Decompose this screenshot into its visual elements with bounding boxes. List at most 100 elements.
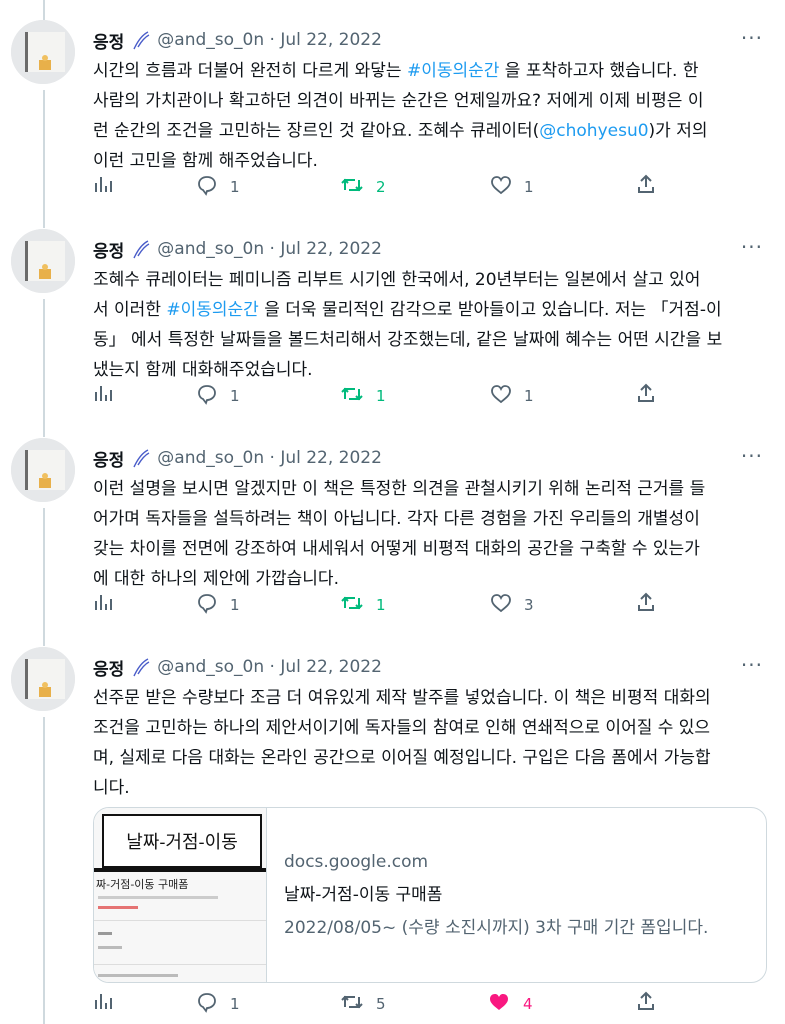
avatar[interactable]: [11, 229, 75, 293]
action-bar: 1 5 4: [93, 991, 673, 1021]
action-bar: 1 2 1: [93, 174, 673, 204]
retweet-button[interactable]: 1: [340, 592, 386, 618]
thumbnail-form-title: 짜-거점-이동 구매폼: [96, 878, 189, 891]
link-card[interactable]: 날짜-거점-이동 짜-거점-이동 구매폼 docs.google.com 날짜-…: [93, 807, 767, 983]
tweet-text: 이런 설명을 보시면 알겠지만 이 책은 특정한 의견을 관철시키기 위해 논리…: [93, 479, 706, 589]
tweet[interactable]: 응정 @and_so_0n · Jul 22, 2022 ··· 이런 설명을 …: [0, 438, 785, 638]
thumbnail-divider: [94, 964, 266, 965]
more-dots-icon[interactable]: ···: [741, 26, 763, 50]
more-dots-icon[interactable]: ···: [741, 444, 763, 468]
like-count: 4: [523, 995, 533, 1013]
thumbnail-line: [98, 974, 178, 977]
retweet-count: 5: [376, 995, 386, 1013]
retweet-count: 1: [376, 596, 386, 614]
like-button[interactable]: 3: [490, 592, 534, 618]
like-count: 3: [524, 596, 534, 614]
card-title: 날짜-거점-이동 구매폼: [284, 885, 443, 905]
reply-count: 1: [230, 387, 240, 405]
share-icon: [636, 592, 656, 616]
thumbnail-line: [98, 932, 112, 935]
author-name[interactable]: 응정: [93, 237, 124, 262]
tweet-text: 조혜수 큐레이터는 페미니즘 리부트 시기엔 한국에서, 20년부터는 일본에서…: [93, 265, 768, 385]
feather-badge-icon: [130, 29, 152, 51]
retweet-icon: [340, 991, 364, 1017]
hashtag-link[interactable]: #이동의순간: [166, 300, 258, 320]
share-button[interactable]: [636, 991, 656, 1015]
reply-icon: [196, 991, 218, 1017]
handle-and-date[interactable]: @and_so_0n · Jul 22, 2022: [157, 448, 382, 468]
action-bar: 1 1 3: [93, 592, 673, 622]
like-count: 1: [524, 387, 534, 405]
analytics-button[interactable]: [93, 383, 113, 407]
author-name[interactable]: 응정: [93, 655, 124, 680]
tweet[interactable]: 응정 @and_so_0n · Jul 22, 2022 ··· 조혜수 큐레이…: [0, 229, 785, 429]
like-button[interactable]: 4: [487, 991, 533, 1017]
reply-button[interactable]: 1: [196, 991, 240, 1017]
heart-icon: [490, 174, 512, 200]
thumbnail-line: [98, 896, 218, 899]
reply-icon: [196, 383, 218, 409]
author-name[interactable]: 응정: [93, 446, 124, 471]
card-domain: docs.google.com: [284, 852, 429, 872]
handle-and-date[interactable]: @and_so_0n · Jul 22, 2022: [157, 30, 382, 50]
share-button[interactable]: [636, 174, 656, 198]
share-icon: [636, 383, 656, 407]
retweet-count: 2: [376, 178, 386, 196]
tweet-header: 응정 @and_so_0n · Jul 22, 2022: [93, 28, 382, 53]
retweet-icon: [340, 383, 364, 409]
retweet-icon: [340, 592, 364, 618]
reply-button[interactable]: 1: [196, 592, 240, 618]
reply-count: 1: [230, 596, 240, 614]
analytics-button[interactable]: [93, 174, 113, 198]
thumbnail-divider: [94, 868, 266, 872]
thumbnail-divider: [94, 920, 266, 921]
retweet-count: 1: [376, 387, 386, 405]
feather-badge-icon: [130, 447, 152, 469]
thumbnail-title: 날짜-거점-이동: [102, 814, 262, 868]
tweet-text: 시간의 흐름과 더불어 완전히 다르게 와닿는 #이동의순간 을 포착하고자 했…: [93, 56, 768, 176]
author-name[interactable]: 응정: [93, 28, 124, 53]
thumbnail-line: [98, 906, 138, 909]
share-icon: [636, 174, 656, 198]
tweet[interactable]: 응정 @and_so_0n · Jul 22, 2022 ··· 시간의 흐름과…: [0, 20, 785, 220]
tweet-header: 응정 @and_so_0n · Jul 22, 2022: [93, 446, 382, 471]
reply-button[interactable]: 1: [196, 174, 240, 200]
heart-filled-icon: [487, 991, 511, 1017]
handle-and-date[interactable]: @and_so_0n · Jul 22, 2022: [157, 657, 382, 677]
reply-button[interactable]: 1: [196, 383, 240, 409]
share-button[interactable]: [636, 383, 656, 407]
like-button[interactable]: 1: [490, 174, 534, 200]
avatar[interactable]: [11, 20, 75, 84]
analytics-icon: [93, 991, 113, 1015]
handle-and-date[interactable]: @and_so_0n · Jul 22, 2022: [157, 239, 382, 259]
card-thumbnail: 날짜-거점-이동 짜-거점-이동 구매폼: [94, 808, 267, 982]
reply-count: 1: [230, 178, 240, 196]
share-icon: [636, 991, 656, 1015]
analytics-button[interactable]: [93, 991, 113, 1015]
card-description: 2022/08/05~ (수량 소진시까지) 3차 구매 기간 폼입니다.: [284, 918, 709, 938]
reply-count: 1: [230, 995, 240, 1013]
feather-badge-icon: [130, 238, 152, 260]
thumbnail-line: [98, 946, 122, 949]
hashtag-link[interactable]: #이동의순간: [407, 61, 499, 81]
more-dots-icon[interactable]: ···: [741, 653, 763, 677]
more-dots-icon[interactable]: ···: [741, 235, 763, 259]
tweet[interactable]: 응정 @and_so_0n · Jul 22, 2022 ··· 선주문 받은 …: [0, 647, 785, 1024]
avatar[interactable]: [11, 438, 75, 502]
analytics-icon: [93, 592, 113, 616]
avatar[interactable]: [11, 647, 75, 711]
mention-link[interactable]: @chohyesu0: [539, 121, 648, 141]
feather-badge-icon: [130, 656, 152, 678]
retweet-button[interactable]: 5: [340, 991, 386, 1017]
like-button[interactable]: 1: [490, 383, 534, 409]
analytics-button[interactable]: [93, 592, 113, 616]
retweet-button[interactable]: 2: [340, 174, 386, 200]
analytics-icon: [93, 383, 113, 407]
share-button[interactable]: [636, 592, 656, 616]
reply-icon: [196, 592, 218, 618]
like-count: 1: [524, 178, 534, 196]
thread-line: [43, 0, 45, 20]
tweet-header: 응정 @and_so_0n · Jul 22, 2022: [93, 655, 382, 680]
tweet-header: 응정 @and_so_0n · Jul 22, 2022: [93, 237, 382, 262]
retweet-button[interactable]: 1: [340, 383, 386, 409]
